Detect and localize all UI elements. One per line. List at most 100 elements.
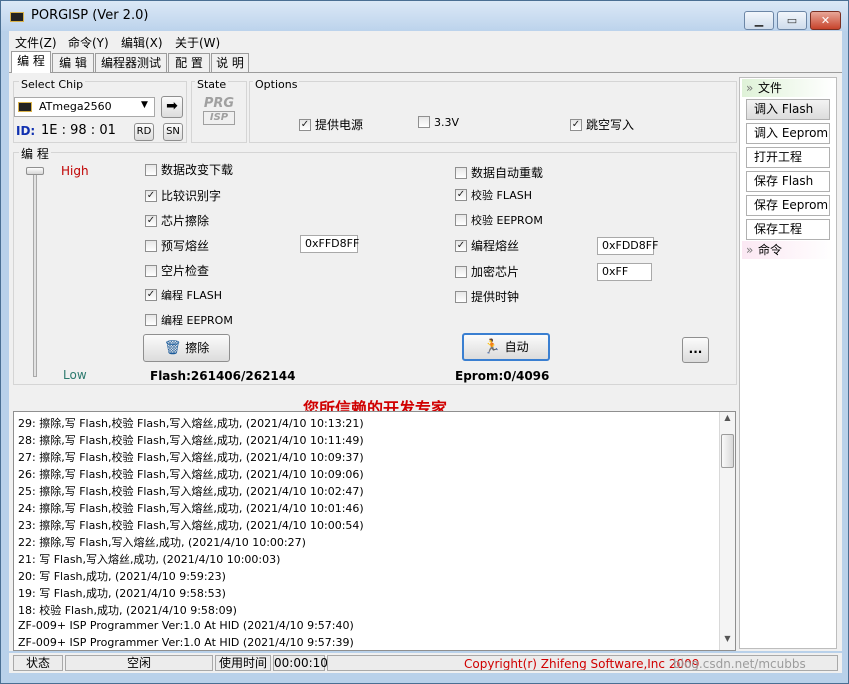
minimize-button[interactable]: ▁ [744,11,774,30]
supply-clock-checkbox[interactable]: 提供时钟 [455,288,519,304]
tab-config[interactable]: 配 置 [168,53,210,73]
checkbox-box[interactable] [455,240,467,252]
checkbox-label: 编程熔丝 [471,239,520,253]
checkbox-label: 芯片擦除 [161,214,210,228]
checkbox-label: 比较识别字 [161,189,222,203]
tab-program[interactable]: 编 程 [11,51,51,73]
tab-help[interactable]: 说 明 [211,53,249,73]
log-line: 21: 写 Flash,写入熔丝,成功, (2021/4/10 10:00:03… [18,553,281,566]
checkbox-box[interactable] [455,189,467,201]
file-section-header[interactable]: » 文件 [742,79,834,97]
id-label: ID: [16,124,36,138]
checkbox-box[interactable] [299,119,311,131]
checkbox-box[interactable] [145,265,157,277]
checkbox-box[interactable] [570,119,582,131]
menu-file[interactable]: 文件(Z) [15,34,57,51]
lock-chip-checkbox[interactable]: 加密芯片 [455,263,519,279]
log-line: 19: 写 Flash,成功, (2021/4/10 9:58:53) [18,587,226,600]
checkbox-box[interactable] [145,314,157,326]
checkbox-box[interactable] [455,167,467,179]
serial-number-button[interactable]: SN [163,123,183,141]
log-scroll-thumb[interactable] [721,434,734,468]
command-section-header[interactable]: » 命令 [742,241,834,259]
checkbox-box[interactable] [418,116,430,128]
program-fuse-checkbox[interactable]: 编程熔丝 [455,237,519,253]
auto-button[interactable]: 🏃 自动 [462,333,550,361]
chip-select[interactable]: ATmega2560 ▼ [14,97,155,117]
checkbox-box[interactable] [145,190,157,202]
verify-flash-checkbox[interactable]: 校验 FLASH [455,187,532,203]
prewrite-fuse-field[interactable]: 0xFFD8FF [300,235,359,253]
3v3-checkbox[interactable]: 3.3V [418,116,459,132]
side-command-panel: » 文件 调入 Flash 调入 Eeprom 打开工程 保存 Flash 保存… [739,77,837,649]
checkbox-box[interactable] [145,289,157,301]
open-project-button[interactable]: 打开工程 [746,147,830,168]
auto-reload-checkbox[interactable]: 数据自动重载 [455,164,543,180]
load-flash-button[interactable]: 调入 Flash [746,99,830,120]
speed-low-label: Low [63,368,87,382]
checkbox-label: 提供电源 [315,118,364,132]
fuse-value-field[interactable]: 0xFDD8FF [597,237,658,255]
chip-erase-checkbox[interactable]: 芯片擦除 [145,212,209,228]
checkbox-box[interactable] [455,214,467,226]
checkbox-box[interactable] [145,240,157,252]
checkbox-label: 空片检查 [161,264,210,278]
blank-check-checkbox[interactable]: 空片检查 [145,262,209,278]
log-line: ZF-009+ ISP Programmer Ver:1.0 At HID (2… [18,636,354,649]
menu-bar: 文件(Z) 命令(Y) 编辑(X) 关于(W) [9,31,842,51]
running-man-icon: 🏃 [483,339,501,355]
lock-value-field[interactable]: 0xFF [597,263,652,281]
more-options-button[interactable]: ... [682,337,709,363]
tab-edit[interactable]: 编 辑 [52,53,94,73]
checkbox-box[interactable] [455,291,467,303]
watermark-text: blog.csdn.net/mcubbs [673,657,806,671]
scroll-up-icon[interactable]: ▲ [721,413,734,427]
checkbox-box[interactable] [145,164,157,176]
chip-icon [18,102,32,112]
maximize-button[interactable]: ▭ [777,11,807,30]
download-on-change-checkbox[interactable]: 数据改变下载 [145,161,233,177]
slogan-banner: 您所信赖的开发专家 [13,389,737,411]
log-lines: 29: 擦除,写 Flash,校验 Flash,写入熔丝,成功, (2021/4… [14,412,719,650]
menu-about[interactable]: 关于(W) [175,34,220,51]
title-bar[interactable]: PORGISP (Ver 2.0) ▁ ▭ ✕ [1,1,848,31]
checkbox-label: 加密芯片 [471,265,520,279]
scroll-down-icon[interactable]: ▼ [721,634,734,648]
read-id-button[interactable]: RD [134,123,154,141]
status-bar: 状态 空闲 使用时间 00:00:10 Copyright(r) Zhifeng… [9,653,842,673]
skip-blank-write-checkbox[interactable]: 跳空写入 [570,116,634,132]
close-button[interactable]: ✕ [810,11,841,30]
status-value: 空闲 [65,655,213,671]
menu-command[interactable]: 命令(Y) [68,34,109,51]
save-eeprom-button[interactable]: 保存 Eeprom [746,195,830,216]
checkbox-label: 3.3V [434,116,460,129]
program-flash-checkbox[interactable]: 编程 FLASH [145,287,222,303]
checkbox-label: 预写熔丝 [161,239,210,253]
speed-slider-thumb[interactable] [26,167,44,175]
tab-programmer-test[interactable]: 编程器测试 [95,53,167,73]
prg-isp-logo: PRG ISP [203,96,235,125]
speed-slider-track[interactable] [33,169,37,377]
program-eeprom-checkbox[interactable]: 编程 EEPROM [145,312,233,328]
supply-power-checkbox[interactable]: 提供电源 [299,116,363,132]
checkbox-box[interactable] [455,266,467,278]
log-scrollbar[interactable]: ▲ ▼ [719,412,735,650]
apply-chip-button[interactable]: ➡ [161,96,183,118]
save-flash-button[interactable]: 保存 Flash [746,171,830,192]
prewrite-fuse-checkbox[interactable]: 预写熔丝 [145,237,209,253]
checkbox-label: 数据自动重载 [471,166,544,180]
erase-button[interactable]: 🗑 擦除 [143,334,230,362]
chevron-down-icon: » [746,243,754,257]
program-panel: Select Chip ATmega2560 ▼ ➡ ID: 1E : 98 :… [9,72,842,651]
compare-signature-checkbox[interactable]: 比较识别字 [145,187,221,203]
checkbox-label: 提供时钟 [471,290,520,304]
state-label: State [195,78,229,91]
checkbox-box[interactable] [145,215,157,227]
log-line: 26: 擦除,写 Flash,校验 Flash,写入熔丝,成功, (2021/4… [18,468,364,481]
menu-edit[interactable]: 编辑(X) [121,34,163,51]
log-line: 18: 校验 Flash,成功, (2021/4/10 9:58:09) [18,604,237,617]
log-panel[interactable]: 29: 擦除,写 Flash,校验 Flash,写入熔丝,成功, (2021/4… [13,411,736,651]
verify-eeprom-checkbox[interactable]: 校验 EEPROM [455,212,543,228]
load-eeprom-button[interactable]: 调入 Eeprom [746,123,830,144]
save-project-button[interactable]: 保存工程 [746,219,830,240]
